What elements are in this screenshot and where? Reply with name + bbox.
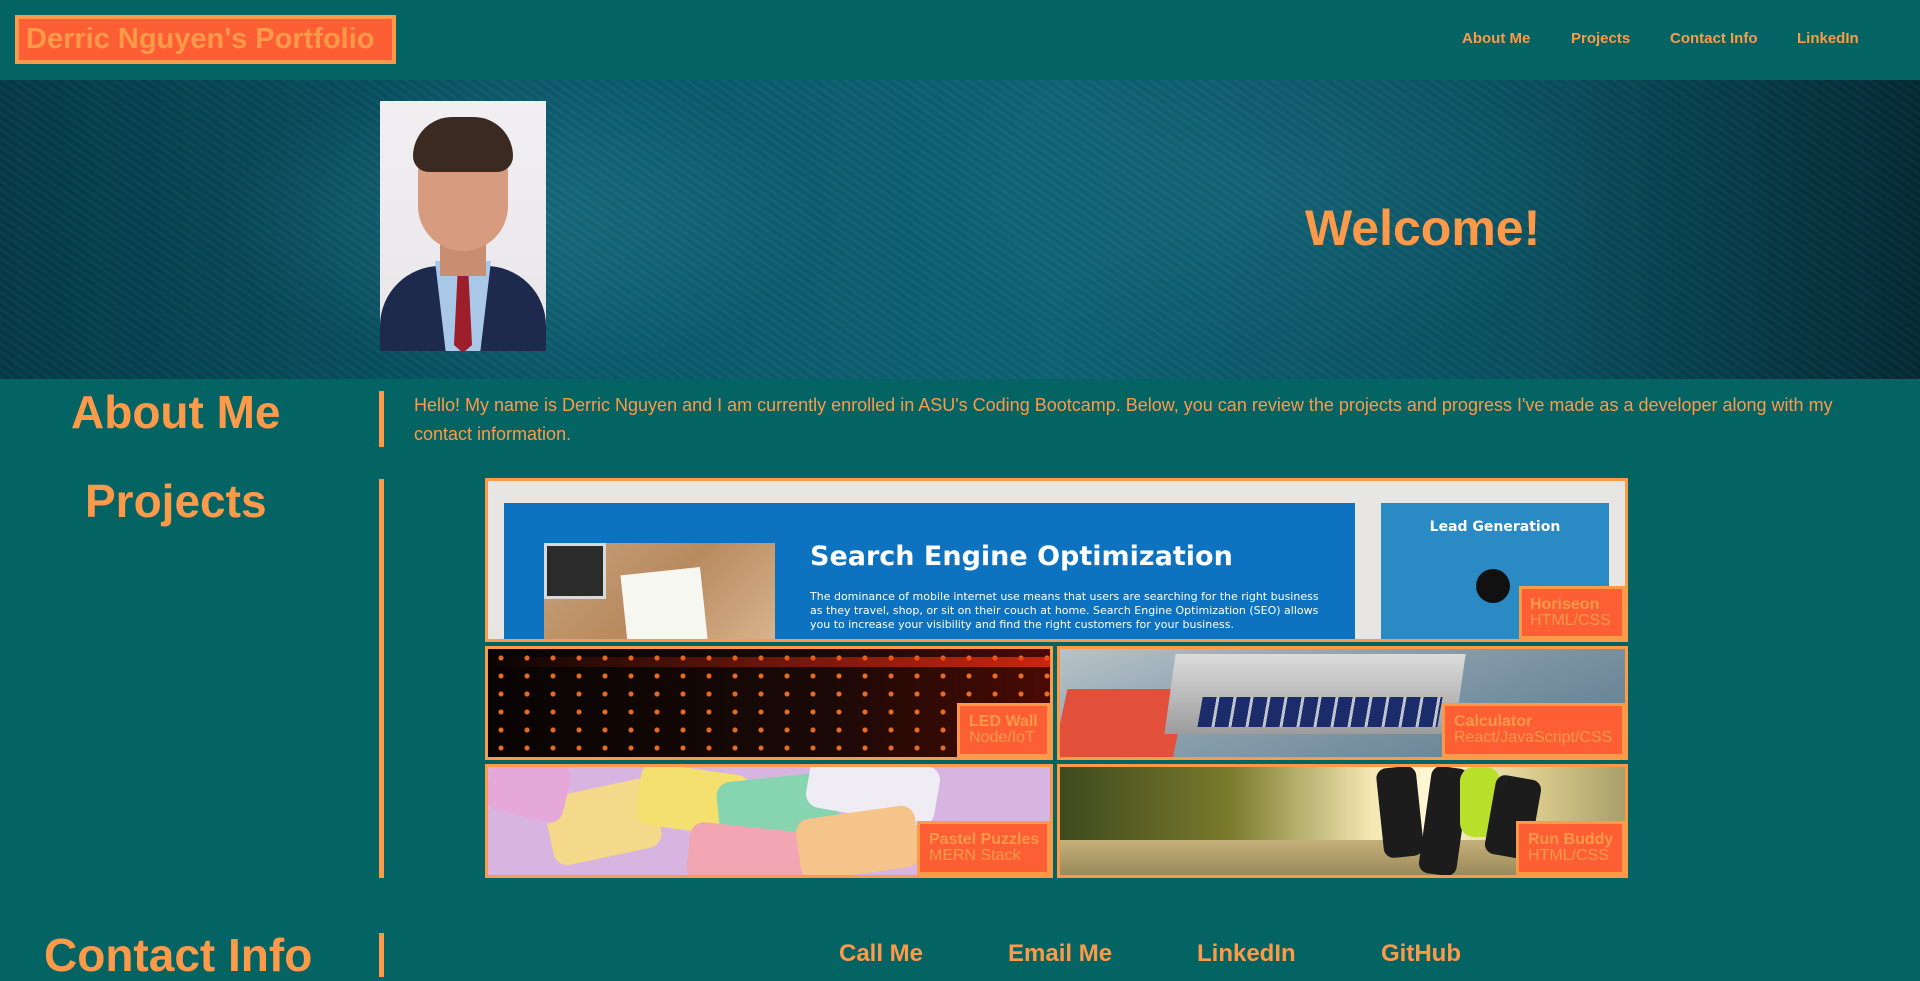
- projects-divider: [379, 479, 384, 878]
- site-header: Derric Nguyen's Portfolio About Me Proje…: [0, 0, 1920, 80]
- projects-heading: Projects: [85, 475, 267, 527]
- screenshot-side-title: Lead Generation: [1429, 519, 1561, 535]
- screenshot-heading: Search Engine Optimization: [810, 541, 1233, 572]
- project-tile-pastel-puzzles[interactable]: Pastel Puzzles MERN Stack: [485, 764, 1053, 878]
- project-tech: React/JavaScript/CSS: [1454, 729, 1613, 746]
- project-label: Run Buddy HTML/CSS: [1516, 821, 1625, 875]
- nav-about-me[interactable]: About Me: [1462, 29, 1530, 49]
- call-me-link[interactable]: Call Me: [839, 940, 923, 968]
- about-divider: [379, 391, 384, 447]
- project-tech: MERN Stack: [929, 847, 1021, 864]
- nav-projects[interactable]: Projects: [1571, 29, 1630, 49]
- screenshot-paragraph: The dominance of mobile internet use mea…: [810, 590, 1319, 631]
- project-tile-calculator[interactable]: Calculator React/JavaScript/CSS: [1057, 646, 1628, 760]
- github-link[interactable]: GitHub: [1381, 940, 1461, 968]
- project-label: Calculator React/JavaScript/CSS: [1442, 703, 1625, 757]
- project-name: Run Buddy: [1528, 831, 1614, 848]
- nav-contact-info[interactable]: Contact Info: [1670, 29, 1758, 49]
- project-name: Calculator: [1454, 713, 1533, 730]
- profile-photo: [380, 101, 546, 351]
- gear-icon: [1476, 569, 1510, 603]
- project-name: LED Wall: [969, 713, 1038, 730]
- project-label: Pastel Puzzles MERN Stack: [917, 821, 1050, 875]
- project-tile-horiseon[interactable]: Search Engine Optimization The dominance…: [485, 478, 1628, 642]
- laptop-icon: [544, 543, 606, 599]
- project-tech: HTML/CSS: [1530, 612, 1611, 629]
- project-label: Horiseon HTML/CSS: [1519, 586, 1625, 639]
- contact-linkedin-link[interactable]: LinkedIn: [1197, 940, 1296, 968]
- about-me-text: Hello! My name is Derric Nguyen and I am…: [414, 395, 1833, 444]
- notepad-icon: [620, 567, 708, 639]
- project-tech: Node/IoT: [969, 729, 1035, 746]
- project-tech: HTML/CSS: [1528, 847, 1609, 864]
- hero-banner: Welcome!: [0, 80, 1920, 379]
- project-label: LED Wall Node/IoT: [957, 703, 1050, 757]
- email-me-link[interactable]: Email Me: [1008, 940, 1112, 968]
- contact-divider: [379, 933, 384, 977]
- project-tile-run-buddy[interactable]: Run Buddy HTML/CSS: [1057, 764, 1628, 878]
- project-name: Pastel Puzzles: [929, 831, 1040, 848]
- contact-info-heading: Contact Info: [44, 929, 313, 981]
- project-name: Horiseon: [1530, 596, 1600, 613]
- project-tile-led-wall[interactable]: LED Wall Node/IoT: [485, 646, 1053, 760]
- about-me-heading: About Me: [71, 386, 281, 438]
- project-screenshot: Search Engine Optimization The dominance…: [504, 503, 1355, 639]
- welcome-heading: Welcome!: [1305, 200, 1541, 256]
- site-title[interactable]: Derric Nguyen's Portfolio: [15, 15, 396, 64]
- nav-linkedin[interactable]: LinkedIn: [1797, 29, 1859, 49]
